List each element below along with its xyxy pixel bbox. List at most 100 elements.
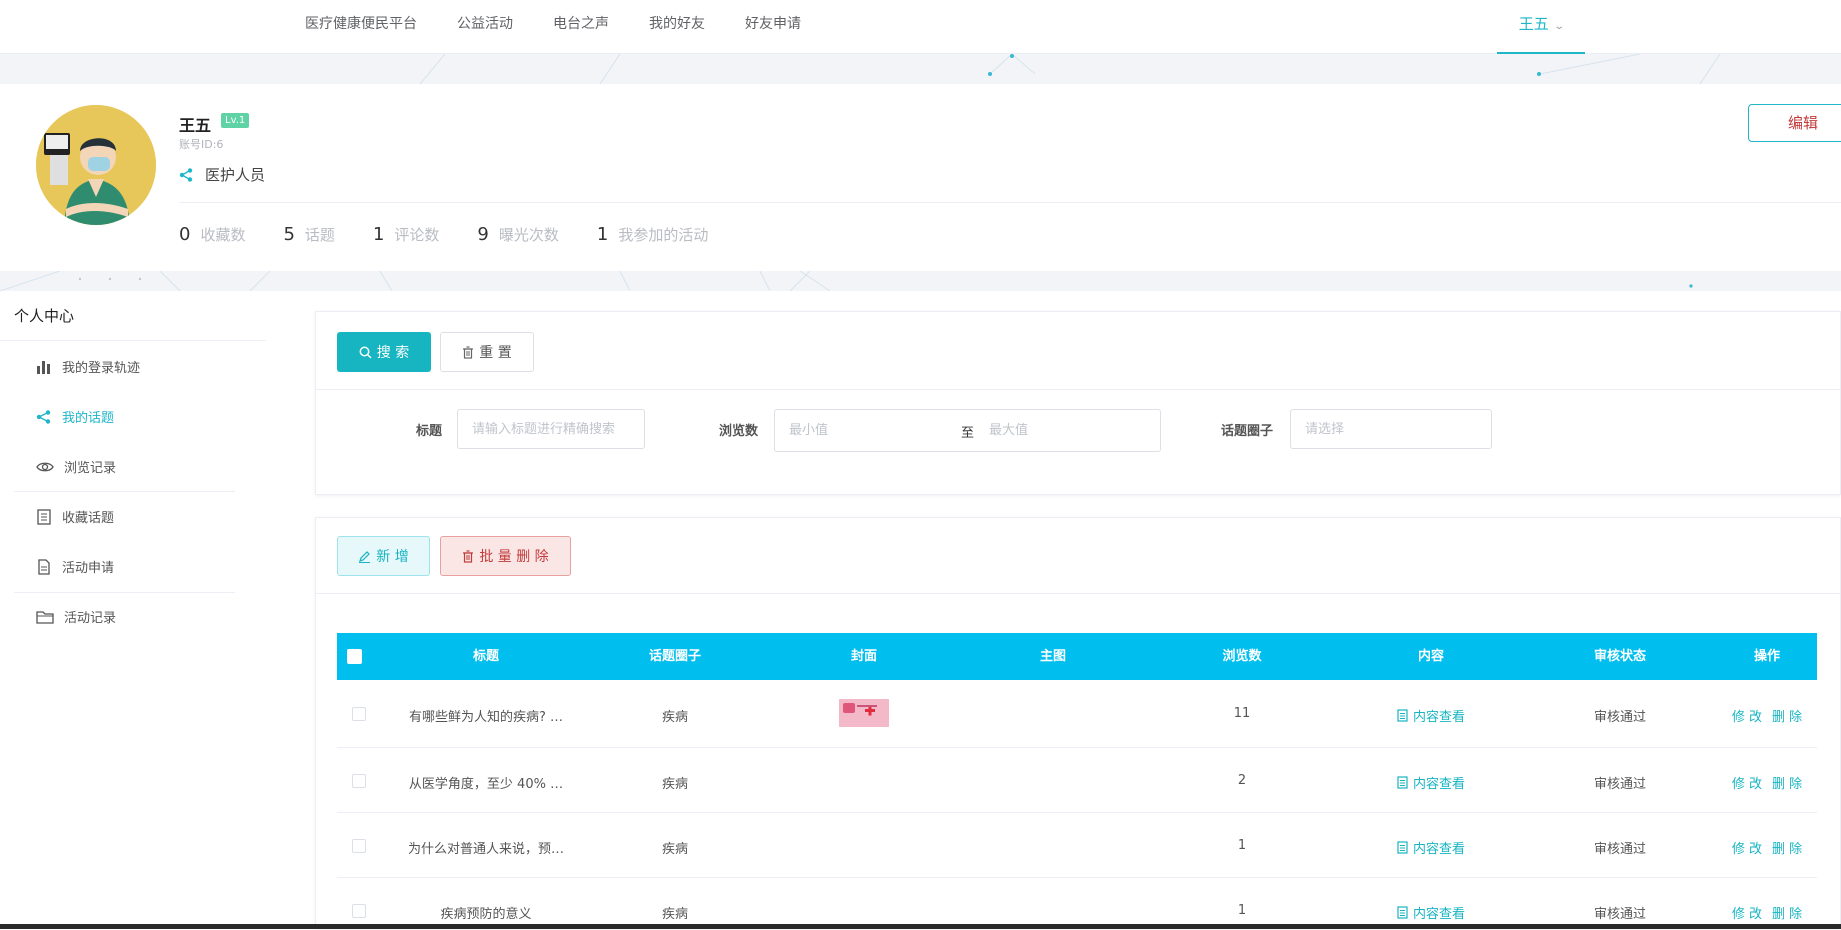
document-icon bbox=[1397, 709, 1408, 722]
table-row: 为什么对普通人来说，预… 疾病 1 内容查看 审核通过 修 改删 除 bbox=[337, 813, 1817, 878]
trash-icon bbox=[463, 549, 474, 563]
profile-card: 王五 Lv.1 账号ID:6 医护人员 0 收藏数 5 话题 1 评论数 9 曝光次数 … bbox=[0, 84, 1841, 271]
window-bottom-edge bbox=[0, 924, 1841, 929]
sidebar-item-activity-records[interactable]: 活动记录 bbox=[36, 607, 116, 626]
row-views: 2 bbox=[1237, 773, 1247, 788]
search-button[interactable]: 搜 索 bbox=[337, 332, 431, 372]
bulk-delete-button[interactable]: 批 量 删 除 bbox=[440, 536, 571, 576]
nav-item-friend-requests[interactable]: 好友申请 bbox=[745, 0, 801, 54]
user-menu-label: 王五 bbox=[1518, 15, 1549, 33]
views-max-input[interactable] bbox=[975, 410, 1160, 451]
content-view-link[interactable]: 内容查看 bbox=[1397, 706, 1465, 725]
chevron-down-icon: ⌄ bbox=[1553, 21, 1565, 32]
column-header-cover[interactable]: 封面 bbox=[851, 633, 877, 680]
divider bbox=[14, 491, 235, 492]
nav-item-charity[interactable]: 公益活动 bbox=[457, 0, 513, 54]
stat-exposures[interactable]: 9 曝光次数 bbox=[477, 224, 558, 245]
file-icon bbox=[38, 558, 50, 575]
sidebar-title: 个人中心 bbox=[14, 307, 75, 325]
row-checkbox[interactable] bbox=[352, 839, 366, 853]
edit-button[interactable]: 修 改 bbox=[1732, 842, 1762, 857]
stat-value: 1 bbox=[372, 224, 385, 245]
content-view-link[interactable]: 内容查看 bbox=[1397, 838, 1465, 857]
sidebar-item-login-history[interactable]: 我的登录轨迹 bbox=[36, 357, 140, 376]
select-all-checkbox[interactable] bbox=[347, 649, 362, 664]
edit-icon bbox=[359, 550, 371, 563]
edit-profile-button[interactable]: 编辑 bbox=[1748, 104, 1841, 142]
sidebar-item-browse-history[interactable]: 浏览记录 bbox=[36, 457, 116, 476]
column-header-circle[interactable]: 话题圈子 bbox=[649, 633, 701, 680]
profile-name: 王五 bbox=[179, 116, 212, 135]
cover-image[interactable] bbox=[839, 699, 889, 727]
content-view-label: 内容查看 bbox=[1412, 710, 1466, 725]
delete-button[interactable]: 删 除 bbox=[1772, 842, 1802, 857]
nav-item-radio[interactable]: 电台之声 bbox=[553, 0, 609, 54]
sidebar-item-label: 活动申请 bbox=[62, 561, 115, 576]
stat-activities[interactable]: 1 我参加的活动 bbox=[597, 224, 708, 245]
row-circle: 疾病 bbox=[661, 907, 689, 922]
row-checkbox[interactable] bbox=[352, 904, 366, 918]
stat-comments[interactable]: 1 评论数 bbox=[373, 224, 439, 245]
divider bbox=[316, 389, 1841, 390]
column-header-status[interactable]: 审核状态 bbox=[1594, 633, 1646, 680]
delete-button[interactable]: 删 除 bbox=[1772, 907, 1802, 922]
table-row: 从医学角度，至少 40% … 疾病 2 内容查看 审核通过 修 改删 除 bbox=[337, 748, 1817, 813]
edit-button[interactable]: 修 改 bbox=[1732, 777, 1762, 792]
stat-label: 话题 bbox=[304, 226, 335, 244]
row-views: 11 bbox=[1233, 706, 1251, 721]
profile-stats: 0 收藏数 5 话题 1 评论数 9 曝光次数 1 我参加的活动 bbox=[179, 224, 746, 245]
add-button[interactable]: 新 增 bbox=[337, 536, 430, 576]
range-separator: 至 bbox=[961, 426, 975, 441]
row-status: 审核通过 bbox=[1593, 710, 1647, 725]
row-title: 有哪些鲜为人知的疾病? … bbox=[408, 710, 564, 725]
stat-value: 1 bbox=[596, 224, 609, 245]
sidebar-item-my-topics[interactable]: 我的话题 bbox=[36, 407, 114, 426]
edit-button[interactable]: 修 改 bbox=[1732, 710, 1762, 725]
stat-topics[interactable]: 5 话题 bbox=[283, 224, 334, 245]
nav-item-friends[interactable]: 我的好友 bbox=[649, 0, 705, 54]
bar-chart-icon bbox=[37, 360, 50, 374]
row-views: 1 bbox=[1237, 838, 1247, 853]
account-id: 账号ID:6 bbox=[179, 138, 224, 151]
row-title: 为什么对普通人来说，预… bbox=[407, 842, 565, 857]
nav-item-platform[interactable]: 医疗健康便民平台 bbox=[305, 0, 417, 54]
row-checkbox[interactable] bbox=[352, 707, 366, 721]
decorative-background-bottom bbox=[0, 271, 1841, 291]
row-status: 审核通过 bbox=[1593, 777, 1647, 792]
column-header-title[interactable]: 标题 bbox=[473, 633, 499, 680]
row-actions: 修 改删 除 bbox=[1727, 838, 1807, 857]
column-header-views[interactable]: 浏览数 bbox=[1222, 633, 1261, 680]
sidebar-item-favorite-topics[interactable]: 收藏话题 bbox=[36, 507, 114, 526]
reset-button[interactable]: 重 置 bbox=[440, 332, 534, 372]
content-view-link[interactable]: 内容查看 bbox=[1397, 903, 1465, 922]
stat-favorites[interactable]: 0 收藏数 bbox=[179, 224, 245, 245]
column-header-content[interactable]: 内容 bbox=[1418, 633, 1444, 680]
table-row: 有哪些鲜为人知的疾病? … 疾病 11 内容查看 审核通过 修 改删 除 bbox=[337, 680, 1817, 748]
edit-button[interactable]: 修 改 bbox=[1732, 907, 1762, 922]
delete-button[interactable]: 删 除 bbox=[1772, 777, 1802, 792]
eye-icon bbox=[36, 462, 54, 471]
reset-button-label: 重 置 bbox=[479, 345, 512, 361]
circle-select[interactable] bbox=[1290, 409, 1492, 449]
document-icon bbox=[1397, 841, 1408, 854]
user-menu[interactable]: 王五 ⌄ bbox=[1497, 0, 1585, 54]
table-panel: 新 增 批 量 删 除 标题 话题圈子 封面 主图 浏览数 内容 审核状态 操作… bbox=[315, 517, 1841, 929]
views-min-input[interactable] bbox=[775, 410, 955, 451]
content-view-label: 内容查看 bbox=[1412, 907, 1466, 922]
circle-filter-label: 话题圈子 bbox=[1221, 424, 1274, 439]
title-search-input[interactable] bbox=[457, 409, 645, 449]
row-circle: 疾病 bbox=[661, 842, 689, 857]
avatar[interactable] bbox=[36, 105, 156, 225]
trash-icon bbox=[463, 345, 474, 359]
row-title: 从医学角度，至少 40% … bbox=[408, 777, 564, 792]
content-view-link[interactable]: 内容查看 bbox=[1397, 773, 1465, 792]
stat-value: 0 bbox=[179, 224, 191, 245]
row-checkbox[interactable] bbox=[352, 774, 366, 788]
delete-button[interactable]: 删 除 bbox=[1772, 710, 1802, 725]
folder-icon bbox=[36, 610, 54, 624]
stat-label: 评论数 bbox=[394, 226, 440, 244]
sidebar-item-label: 浏览记录 bbox=[64, 461, 117, 476]
sidebar-item-activity-apply[interactable]: 活动申请 bbox=[36, 557, 114, 576]
column-header-main-image[interactable]: 主图 bbox=[1040, 633, 1066, 680]
level-badge: Lv.1 bbox=[221, 113, 250, 128]
